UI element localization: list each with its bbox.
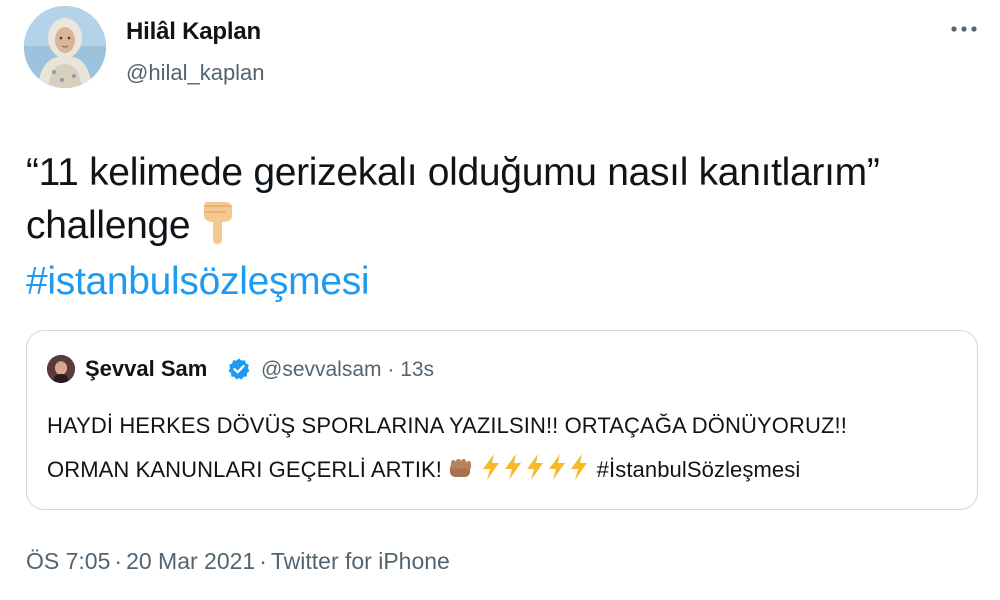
tweet-card: Hilâl Kaplan @hilal_kaplan “11 kelimede … — [0, 0, 1000, 600]
quoted-text-line1: HAYDİ HERKES DÖVÜŞ SPORLARINA YAZILSIN!!… — [47, 413, 847, 438]
tweet-time[interactable]: ÖS 7:05 — [26, 548, 110, 574]
quoted-text-line2: ORMAN KANUNLARI GEÇERLİ ARTIK! #İstanbul… — [47, 453, 800, 487]
high-voltage-emoji-icon — [502, 453, 524, 487]
high-voltage-emoji-icon — [480, 453, 502, 487]
pointing-down-emoji-icon — [200, 198, 234, 257]
tweet-footer: ÖS 7:05 · 20 Mar 2021 · Twitter for iPhone — [26, 548, 450, 575]
author-handle[interactable]: @hilal_kaplan — [126, 60, 265, 86]
quoted-text-line2-text: ORMAN KANUNLARI GEÇERLİ ARTIK! — [47, 457, 443, 482]
more-horizontal-icon — [951, 26, 977, 32]
quoted-author-name[interactable]: Şevval Sam — [85, 356, 207, 382]
footer-separator: · — [259, 548, 267, 574]
oncoming-fist-emoji-icon — [448, 457, 474, 487]
tweet-hashtag-link[interactable]: #istanbulsözleşmesi — [26, 257, 966, 307]
tweet-text-line1: “11 kelimede gerizekalı olduğumu nasıl k… — [26, 151, 880, 194]
quoted-tweet[interactable]: Şevval Sam @sevvalsam · 13s HAYDİ HERKES… — [26, 330, 978, 510]
quoted-profile-photo-icon — [47, 355, 75, 383]
quoted-hashtag[interactable]: #İstanbulSözleşmesi — [597, 457, 801, 482]
quoted-author-avatar[interactable] — [47, 355, 75, 383]
high-voltage-emoji-icon — [524, 453, 546, 487]
profile-photo-icon — [24, 6, 106, 88]
quoted-meta: @sevvalsam · 13s — [261, 358, 434, 382]
verified-badge-icon — [227, 357, 251, 381]
author-name[interactable]: Hilâl Kaplan — [126, 18, 261, 46]
quoted-timestamp[interactable]: 13s — [400, 358, 434, 381]
tweet-date[interactable]: 20 Mar 2021 — [126, 548, 255, 574]
high-voltage-emoji-icon — [546, 453, 568, 487]
tweet-text: “11 kelimede gerizekalı olduğumu nasıl k… — [26, 148, 966, 307]
tweet-text-challenge: challenge — [26, 204, 191, 247]
tweet-text-line2: challenge — [26, 198, 966, 257]
quoted-meta-separator: · — [387, 358, 395, 381]
author-avatar[interactable] — [24, 6, 106, 88]
tweet-source-link[interactable]: Twitter for iPhone — [271, 548, 450, 574]
high-voltage-emoji-icon — [568, 453, 590, 487]
quoted-author-handle[interactable]: @sevvalsam — [261, 358, 382, 381]
more-icon[interactable] — [944, 14, 984, 44]
footer-separator: · — [114, 548, 123, 574]
